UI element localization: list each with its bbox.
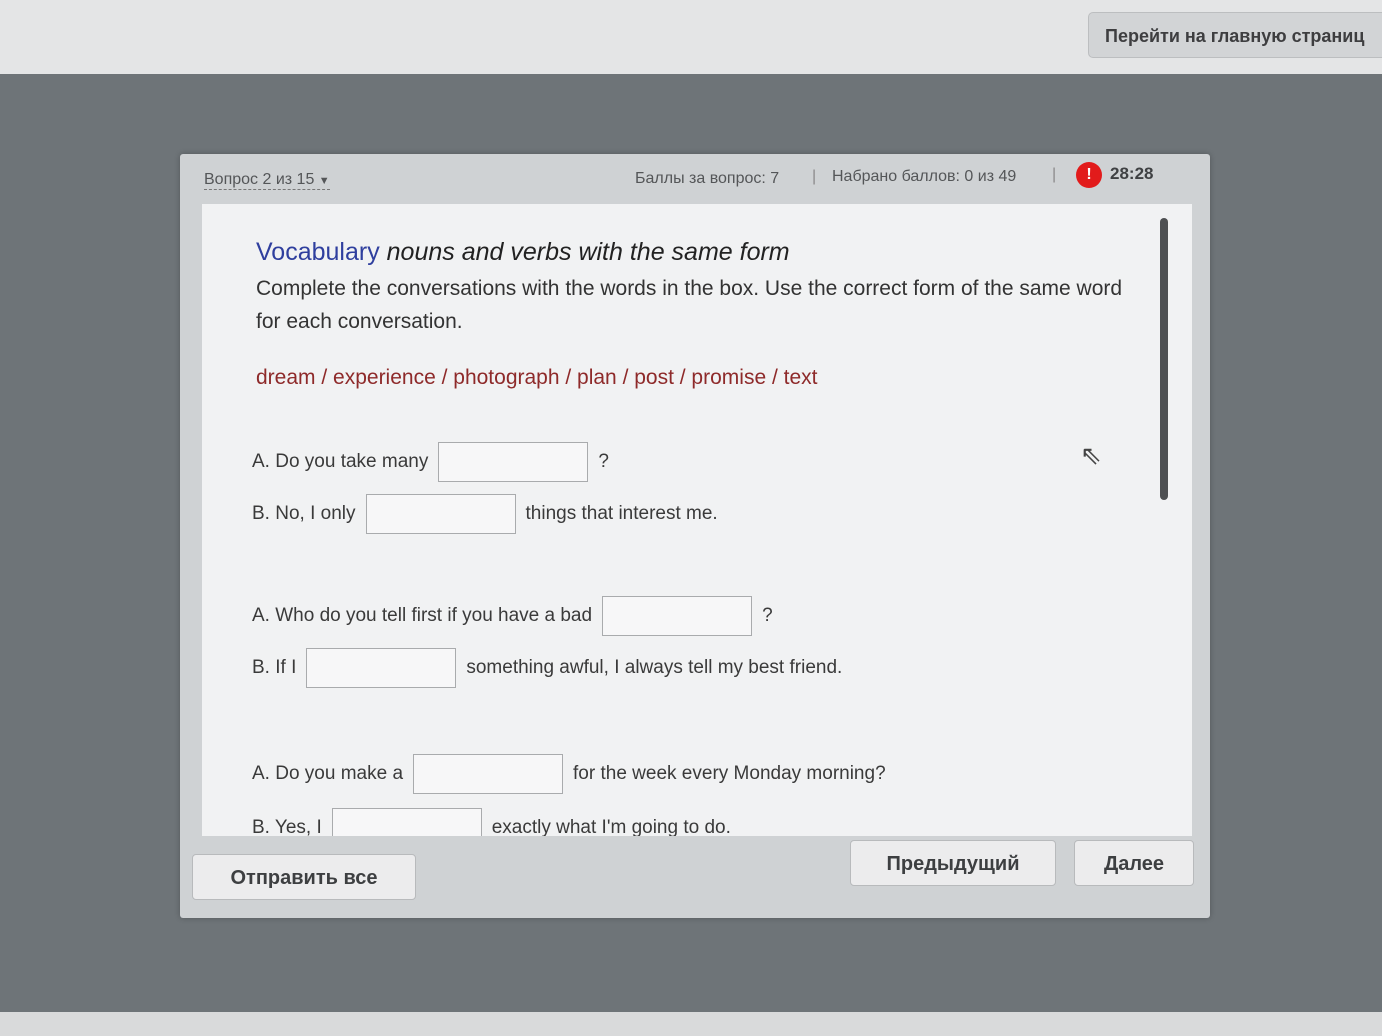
line-suffix: exactly what I'm going to do. (491, 817, 731, 836)
mouse-cursor-icon: ⇖ (1080, 440, 1102, 470)
line-suffix: for the week every Monday morning? (573, 763, 886, 784)
line-suffix: something awful, I always tell my best f… (466, 657, 843, 678)
answer-input[interactable] (413, 754, 564, 794)
scrollbar[interactable] (1160, 218, 1168, 500)
title-topic: nouns and verbs with the same form (386, 238, 790, 266)
conversation-line: B. Yes, I exactly what I'm going to do. (252, 808, 731, 836)
task-title: Vocabulary nouns and verbs with the same… (256, 238, 790, 267)
submit-all-button[interactable]: Отправить все (192, 854, 416, 900)
chevron-down-icon: ▼ (318, 175, 330, 187)
total-score: Набрано баллов: 0 из 49 (832, 168, 1017, 185)
divider: | (1052, 166, 1057, 183)
instruction-text: Complete the conversations with the word… (256, 277, 1123, 333)
word-box: dream / experience / photograph / plan /… (256, 366, 818, 389)
timer-icon: ! (1076, 162, 1102, 188)
conversation-line: B. No, I only things that interest me. (252, 494, 718, 534)
line-prefix: A. Who do you tell first if you have a b… (252, 605, 593, 626)
quiz-header: Вопрос 2 из 15 ▼ Баллы за вопрос: 7 | На… (180, 154, 1210, 204)
quiz-panel: Вопрос 2 из 15 ▼ Баллы за вопрос: 7 | На… (180, 154, 1210, 918)
question-points: Баллы за вопрос: 7 (635, 170, 780, 187)
answer-input[interactable] (306, 648, 457, 688)
line-prefix: B. No, I only (252, 503, 356, 524)
question-selector[interactable]: Вопрос 2 из 15 ▼ (204, 171, 330, 190)
previous-button[interactable]: Предыдущий (850, 840, 1056, 886)
next-button[interactable]: Далее (1074, 840, 1194, 886)
line-suffix: ? (762, 605, 773, 626)
line-prefix: A. Do you take many (252, 451, 429, 472)
line-suffix: things that interest me. (525, 503, 718, 524)
answer-input[interactable] (365, 494, 516, 534)
line-prefix: B. If I (252, 657, 297, 678)
conversation-line: A. Do you take many? (252, 442, 609, 482)
top-bar: Перейти на главную страниц (0, 0, 1382, 74)
line-prefix: A. Do you make a (252, 763, 404, 784)
bottom-bar (0, 1012, 1382, 1036)
timer-value: 28:28 (1110, 164, 1154, 183)
title-vocabulary: Vocabulary (256, 238, 380, 266)
conversation-line: B. If I something awful, I always tell my… (252, 648, 842, 688)
go-home-button[interactable]: Перейти на главную страниц (1088, 12, 1382, 58)
answer-input[interactable] (602, 596, 753, 636)
answer-input[interactable] (331, 808, 482, 836)
question-content: Vocabulary nouns and verbs with the same… (202, 204, 1192, 836)
conversation-line: A. Who do you tell first if you have a b… (252, 596, 773, 636)
question-counter: Вопрос 2 из 15 (204, 171, 315, 188)
line-prefix: B. Yes, I (252, 817, 322, 836)
conversation-line: A. Do you make a for the week every Monda… (252, 754, 886, 794)
answer-input[interactable] (438, 442, 589, 482)
divider: | (812, 168, 817, 185)
line-suffix: ? (598, 451, 609, 472)
